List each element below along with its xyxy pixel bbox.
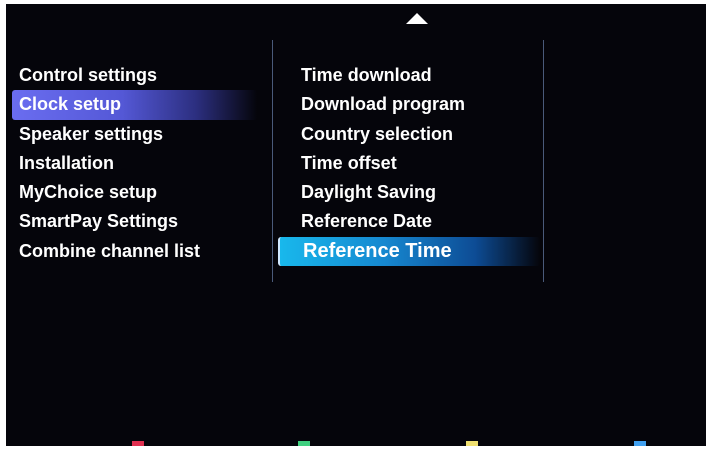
column-divider-left bbox=[272, 40, 273, 282]
menu-item-clock-setup[interactable]: Clock setup bbox=[12, 90, 257, 120]
menu-item-speaker-settings[interactable]: Speaker settings bbox=[12, 120, 257, 149]
menu-item-installation[interactable]: Installation bbox=[12, 149, 257, 178]
tv-screen: Control settings Clock setup Speaker set… bbox=[6, 4, 706, 446]
clock-setup-submenu: Time download Download program Country s… bbox=[278, 61, 540, 267]
menu-item-reference-date[interactable]: Reference Date bbox=[278, 207, 540, 236]
menu-item-combine-channel-list[interactable]: Combine channel list bbox=[12, 237, 257, 266]
settings-category-menu: Control settings Clock setup Speaker set… bbox=[12, 61, 257, 266]
column-divider-right bbox=[543, 40, 544, 282]
blue-color-key[interactable] bbox=[634, 441, 646, 446]
red-color-key[interactable] bbox=[132, 441, 144, 446]
green-color-key[interactable] bbox=[298, 441, 310, 446]
yellow-color-key[interactable] bbox=[466, 441, 478, 446]
menu-item-mychoice-setup[interactable]: MyChoice setup bbox=[12, 178, 257, 207]
menu-item-time-download[interactable]: Time download bbox=[278, 61, 540, 90]
scroll-up-icon[interactable] bbox=[406, 13, 428, 24]
menu-item-country-selection[interactable]: Country selection bbox=[278, 120, 540, 149]
menu-item-control-settings[interactable]: Control settings bbox=[12, 61, 257, 90]
menu-item-smartpay-settings[interactable]: SmartPay Settings bbox=[12, 207, 257, 236]
menu-item-download-program[interactable]: Download program bbox=[278, 90, 540, 119]
menu-item-reference-time[interactable]: Reference Time bbox=[278, 236, 540, 267]
menu-item-time-offset[interactable]: Time offset bbox=[278, 149, 540, 178]
menu-item-daylight-saving[interactable]: Daylight Saving bbox=[278, 178, 540, 207]
